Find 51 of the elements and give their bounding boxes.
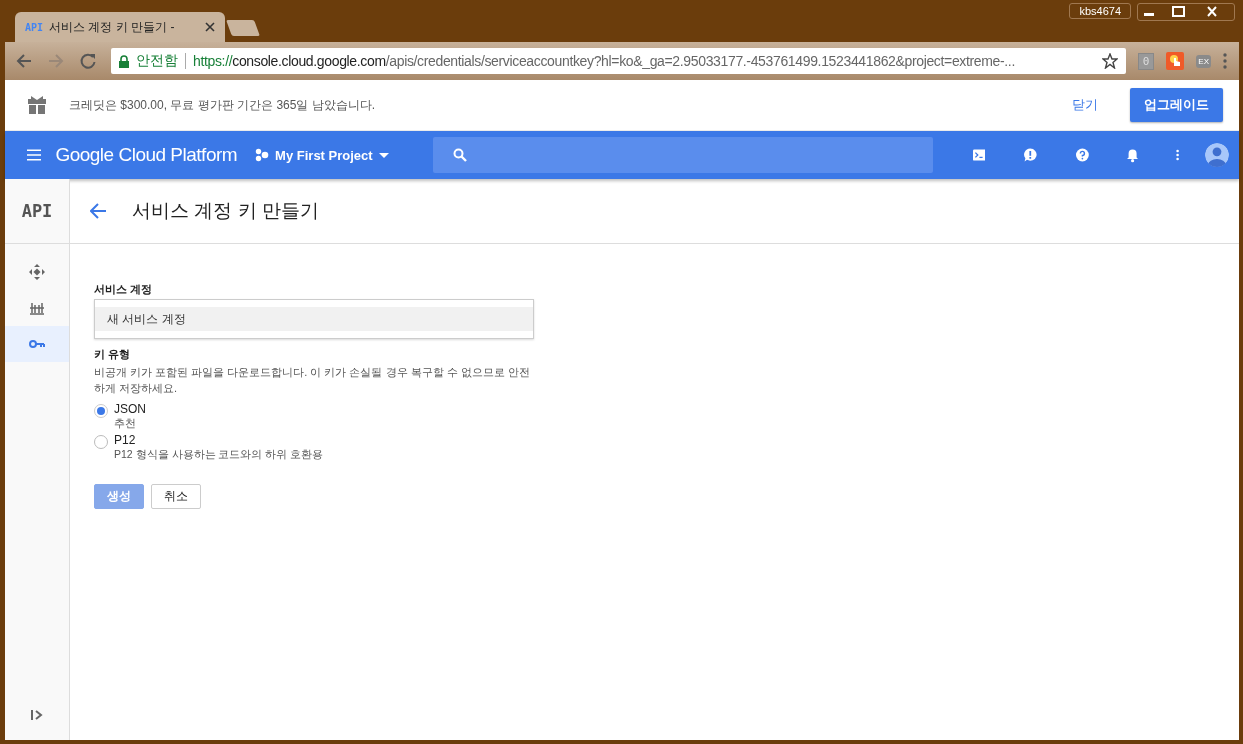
star-icon[interactable] — [1101, 53, 1118, 69]
new-tab-button[interactable] — [226, 20, 260, 36]
api-logo: API — [21, 201, 53, 221]
help-text: 비공개 키가 포함된 파일을 다운로드합니다. 이 키가 손실될 경우 복구할 수 없으므로 안전하게 저장하세요. — [94, 365, 531, 396]
diamond-arrows-icon — [29, 264, 45, 280]
radio-button[interactable] — [94, 404, 108, 418]
close-icon[interactable] — [205, 22, 215, 32]
radio-label: JSON — [114, 402, 146, 416]
url-text: https://console.cloud.google.com/apis/credentials/serviceaccountkey?hl=ko&_ga=2.95033177.-453761499.1523441862&project=extreme-... — [193, 53, 1016, 69]
search-icon — [452, 148, 467, 162]
secure-label: 안전함 — [136, 52, 178, 70]
key-icon — [29, 339, 45, 349]
credentials-nav-item[interactable] — [5, 326, 69, 362]
promo-message: 크레딧은 $300.00, 무료 평가판 기간은 365일 남았습니다. — [69, 96, 376, 114]
project-selector[interactable]: My First Project — [255, 147, 389, 163]
back-icon[interactable] — [15, 52, 33, 70]
upgrade-button[interactable]: 업그레이드 — [1130, 88, 1223, 122]
tab-title: 서비스 계정 키 만들기 - — [49, 18, 176, 36]
gift-icon — [27, 95, 47, 115]
cancel-button[interactable]: 취소 — [151, 484, 201, 509]
terminal-icon[interactable] — [972, 148, 986, 162]
reload-icon[interactable] — [79, 52, 97, 70]
hand-icon[interactable] — [1166, 52, 1185, 70]
search-field[interactable] — [432, 137, 933, 173]
field-label: 키 유형 — [94, 347, 131, 362]
field-label: 서비스 계정 — [94, 282, 153, 297]
window-controls[interactable] — [1137, 3, 1235, 21]
menu-icon[interactable] — [27, 148, 42, 162]
dropdown-caret-icon — [378, 152, 389, 158]
project-icon — [255, 148, 270, 162]
radio-button[interactable] — [94, 435, 108, 449]
brand-title: Google Cloud Platform — [55, 144, 238, 166]
favicon: API — [25, 21, 44, 33]
help-icon[interactable] — [1075, 147, 1089, 163]
dismiss-link[interactable]: 닫기 — [1072, 96, 1098, 114]
radio-label: P12 — [114, 433, 136, 447]
radio-hint: 추천 — [114, 417, 136, 431]
back-arrow-icon[interactable] — [90, 203, 106, 219]
more-icon[interactable] — [1175, 148, 1179, 162]
lock-icon — [119, 54, 129, 68]
profile-button[interactable]: kbs4674 — [1069, 3, 1131, 19]
expand-icon[interactable] — [31, 710, 43, 720]
menu-icon[interactable] — [1223, 53, 1227, 69]
account-dropdown[interactable]: 새 서비스 계정 — [94, 299, 534, 339]
browser-tab[interactable]: API 서비스 계정 키 만들기 - — [15, 12, 225, 42]
address-bar[interactable]: 안전함 https://console.cloud.google.com/apis/credentials/serviceaccountkey?hl=ko&_ga=2.95033177.-453761499.1523441862&project=extreme-... — [111, 48, 1126, 74]
radio-hint: P12 형식을 사용하는 코드와의 하위 호환용 — [114, 448, 324, 462]
page-title: 서비스 계정 키 만들기 — [132, 199, 319, 223]
feedback-icon[interactable] — [1023, 146, 1038, 164]
library-icon — [30, 301, 44, 315]
dropdown-option[interactable]: 새 서비스 계정 — [95, 307, 533, 331]
